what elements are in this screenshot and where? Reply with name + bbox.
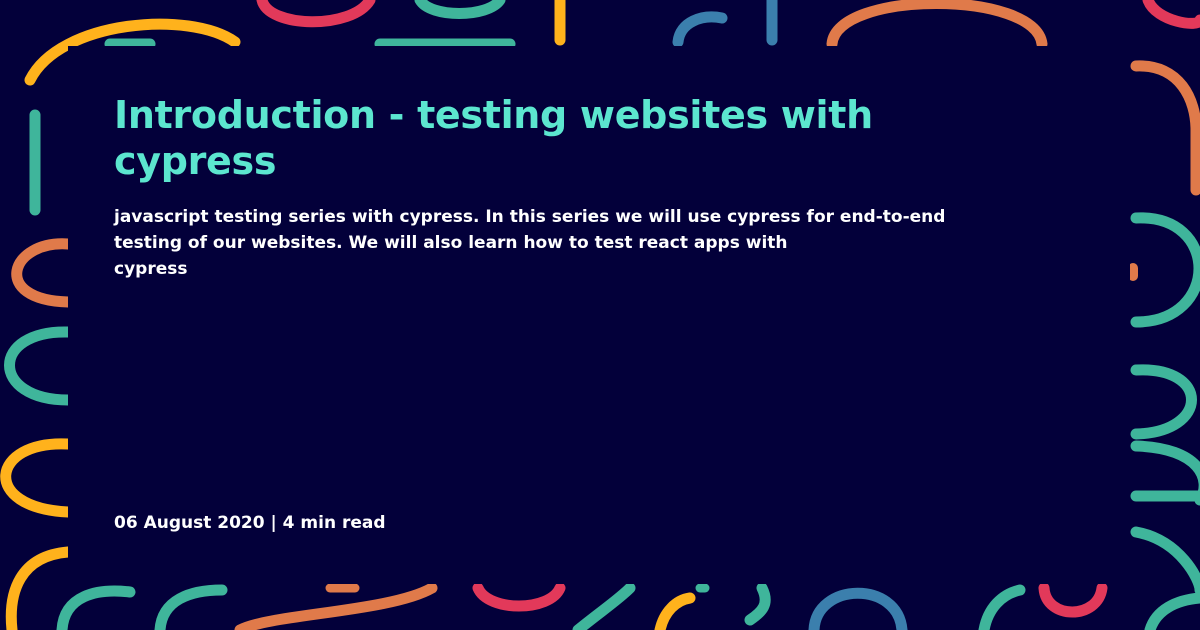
meta-separator: | <box>270 513 277 533</box>
description-line: javascript testing series with cypress. … <box>114 207 946 227</box>
post-meta: 06 August 2020 | 4 min read <box>114 510 386 536</box>
description-line: cypress <box>114 259 188 279</box>
read-time: 4 min read <box>282 513 386 533</box>
post-title[interactable]: Introduction - testing websites with cyp… <box>114 92 1014 184</box>
description-line: testing of our websites. We will also le… <box>114 233 788 253</box>
post-description: javascript testing series with cypress. … <box>114 204 1014 282</box>
post-card: Introduction - testing websites with cyp… <box>68 46 1130 584</box>
post-date: 06 August 2020 <box>114 513 265 533</box>
